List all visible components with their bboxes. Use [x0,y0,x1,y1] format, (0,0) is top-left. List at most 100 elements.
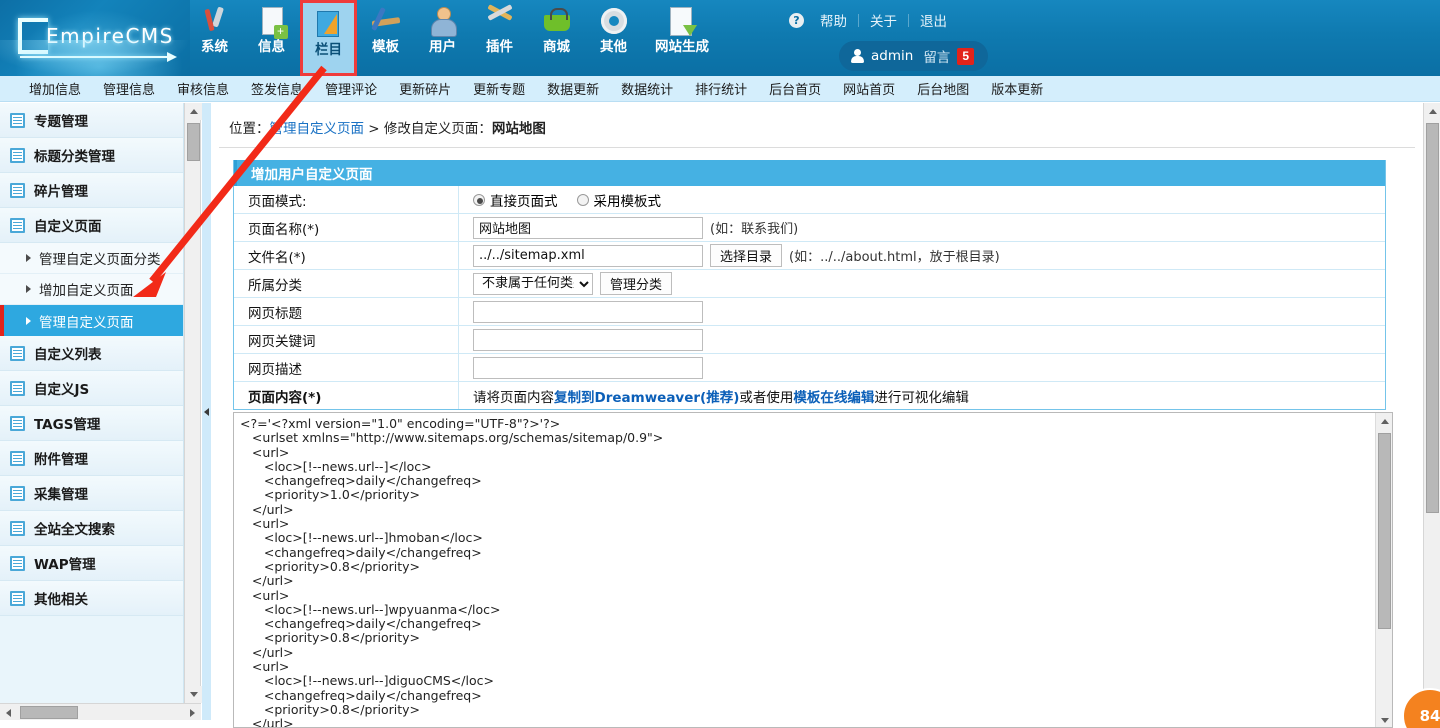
scrollbar-thumb[interactable] [20,706,78,719]
sidebar-subitem-add-custom-page[interactable]: 增加自定义页面 [0,274,183,305]
user-box[interactable]: admin 留言 5 [839,41,988,71]
file-name-hint: (如：../../about.html，放于根目录) [789,246,1000,265]
nav-item-shop[interactable]: 商城 [528,0,585,76]
web-title-input[interactable] [473,301,703,323]
nav-item-system[interactable]: 系统 [186,0,243,76]
scroll-down-arrow-icon[interactable] [185,686,202,703]
notice-middle: 或者使用 [739,390,793,406]
scroll-up-arrow-icon[interactable] [1376,413,1393,430]
nav-label: 商城 [543,39,570,55]
sidebar-item-title-category[interactable]: 标题分类管理 [0,138,183,173]
scroll-left-arrow-icon[interactable] [0,704,17,721]
nav-item-generate[interactable]: 网站生成 [642,0,722,76]
page-root: EmpireCMS 系统 信息 栏目 模板 [0,0,1440,728]
subnav-item-rank-stats[interactable]: 排行统计 [684,79,758,98]
breadcrumb-middle: 修改自定义页面： [384,121,492,137]
nav-label: 插件 [486,39,513,55]
sidebar-collapse-handle[interactable] [202,103,211,720]
notice-link-online-editor[interactable]: 模板在线编辑 [793,390,874,406]
web-desc-input[interactable] [473,357,703,379]
subnav-item-data-stats[interactable]: 数据统计 [610,79,684,98]
choose-directory-button[interactable]: 选择目录 [710,244,782,267]
logout-link[interactable]: 退出 [909,10,958,30]
scroll-right-arrow-icon[interactable] [184,704,201,721]
sidebar-horizontal-scrollbar[interactable] [0,703,201,720]
app-logo[interactable]: EmpireCMS [0,0,190,76]
form-row-category: 所属分类 不隶属于任何类别 管理分类 [234,270,1385,298]
page-content-code[interactable]: <?='<?xml version="1.0" encoding="UTF-8"… [234,413,1377,728]
scrollbar-thumb[interactable] [1378,433,1391,629]
subnav-item-add-info[interactable]: 增加信息 [18,79,92,98]
field-label: 页面模式: [234,186,459,213]
page-vertical-scrollbar[interactable] [1423,103,1440,728]
editor-vertical-scrollbar[interactable] [1375,413,1392,728]
chevron-right-icon [26,317,31,325]
messages-link[interactable]: 留言 [923,46,950,66]
subnav-item-publish-info[interactable]: 签发信息 [240,79,314,98]
breadcrumb: 位置：管理自定义页面 > 修改自定义页面：网站地图 [211,103,1423,137]
subnav-item-data-update[interactable]: 数据更新 [536,79,610,98]
help-link[interactable]: 帮助 [809,10,858,30]
sidebar-subitem-label: 管理自定义页面 [39,311,134,331]
field-label: 所属分类 [234,270,459,297]
scroll-up-arrow-icon[interactable] [1424,103,1440,120]
sidebar-item-custom-page[interactable]: 自定义页面 [0,208,183,243]
sidebar-subitem-manage-page-category[interactable]: 管理自定义页面分类 [0,243,183,274]
radio-direct-page[interactable]: 直接页面式 [473,190,558,210]
sidebar-item-fulltext-search[interactable]: 全站全文搜索 [0,511,183,546]
notice-link-dreamweaver[interactable]: 复制到Dreamweaver(推荐) [554,390,739,406]
sidebar-item-label: 专题管理 [34,110,88,130]
subnav-item-manage-info[interactable]: 管理信息 [92,79,166,98]
sidebar-subitem-manage-custom-page[interactable]: 管理自定义页面 [0,305,183,336]
username-label: admin [871,48,913,64]
file-name-input[interactable] [473,245,703,267]
nav-item-template[interactable]: 模板 [357,0,414,76]
subnav-item-update-topic[interactable]: 更新专题 [462,79,536,98]
sidebar-item-custom-js[interactable]: 自定义JS [0,371,183,406]
subnav-item-update-fragment[interactable]: 更新碎片 [388,79,462,98]
field-label: 页面名称(*) [234,214,459,241]
sidebar-item-fragment-manage[interactable]: 碎片管理 [0,173,183,208]
category-select[interactable]: 不隶属于任何类别 [473,273,593,295]
sidebar-item-attachment-manage[interactable]: 附件管理 [0,441,183,476]
subnav-item-admin-home[interactable]: 后台首页 [758,79,832,98]
page-content-editor[interactable]: <?='<?xml version="1.0" encoding="UTF-8"… [233,412,1393,728]
sidebar-item-custom-list[interactable]: 自定义列表 [0,336,183,371]
nav-item-info[interactable]: 信息 [243,0,300,76]
sidebar-item-other-related[interactable]: 其他相关 [0,581,183,616]
sidebar-item-label: 自定义JS [34,378,89,398]
radio-template-page[interactable]: 采用模板式 [577,190,662,210]
nav-label: 系统 [201,39,228,55]
about-link[interactable]: 关于 [859,10,908,30]
sidebar-item-wap-manage[interactable]: WAP管理 [0,546,183,581]
nav-item-column[interactable]: 栏目 [300,0,357,76]
breadcrumb-link[interactable]: 管理自定义页面 [270,121,365,137]
sidebar-item-label: 碎片管理 [34,180,88,200]
subnav-item-manage-comments[interactable]: 管理评论 [314,79,388,98]
nav-item-other[interactable]: 其他 [585,0,642,76]
page-name-input[interactable] [473,217,703,239]
subnav-item-site-home[interactable]: 网站首页 [832,79,906,98]
subnav-item-audit-info[interactable]: 审核信息 [166,79,240,98]
scrollbar-thumb[interactable] [187,123,200,161]
web-keywords-input[interactable] [473,329,703,351]
scroll-up-arrow-icon[interactable] [185,103,202,120]
sidebar-item-topic-manage[interactable]: 专题管理 [0,103,183,138]
manage-category-button[interactable]: 管理分类 [600,272,672,295]
breadcrumb-current: 网站地图 [492,121,546,137]
scrollbar-thumb[interactable] [1426,123,1439,513]
subnav-item-admin-map[interactable]: 后台地图 [906,79,980,98]
sidebar-item-tags-manage[interactable]: TAGS管理 [0,406,183,441]
sidebar-item-label: 自定义列表 [34,343,102,363]
nav-item-plugin[interactable]: 插件 [471,0,528,76]
sidebar-subitem-label: 增加自定义页面 [39,279,134,299]
scroll-down-arrow-icon[interactable] [1376,712,1393,728]
form-row-web-keywords: 网页关键词 [234,326,1385,354]
sidebar-item-collect-manage[interactable]: 采集管理 [0,476,183,511]
left-sidebar: 专题管理 标题分类管理 碎片管理 自定义页面 管理自定义页面分类 增加自定义页面… [0,103,184,716]
sidebar-vertical-scrollbar[interactable] [184,103,201,703]
nav-item-user[interactable]: 用户 [414,0,471,76]
gear-icon [598,5,630,37]
list-icon [10,556,25,571]
subnav-item-version-update[interactable]: 版本更新 [980,79,1054,98]
